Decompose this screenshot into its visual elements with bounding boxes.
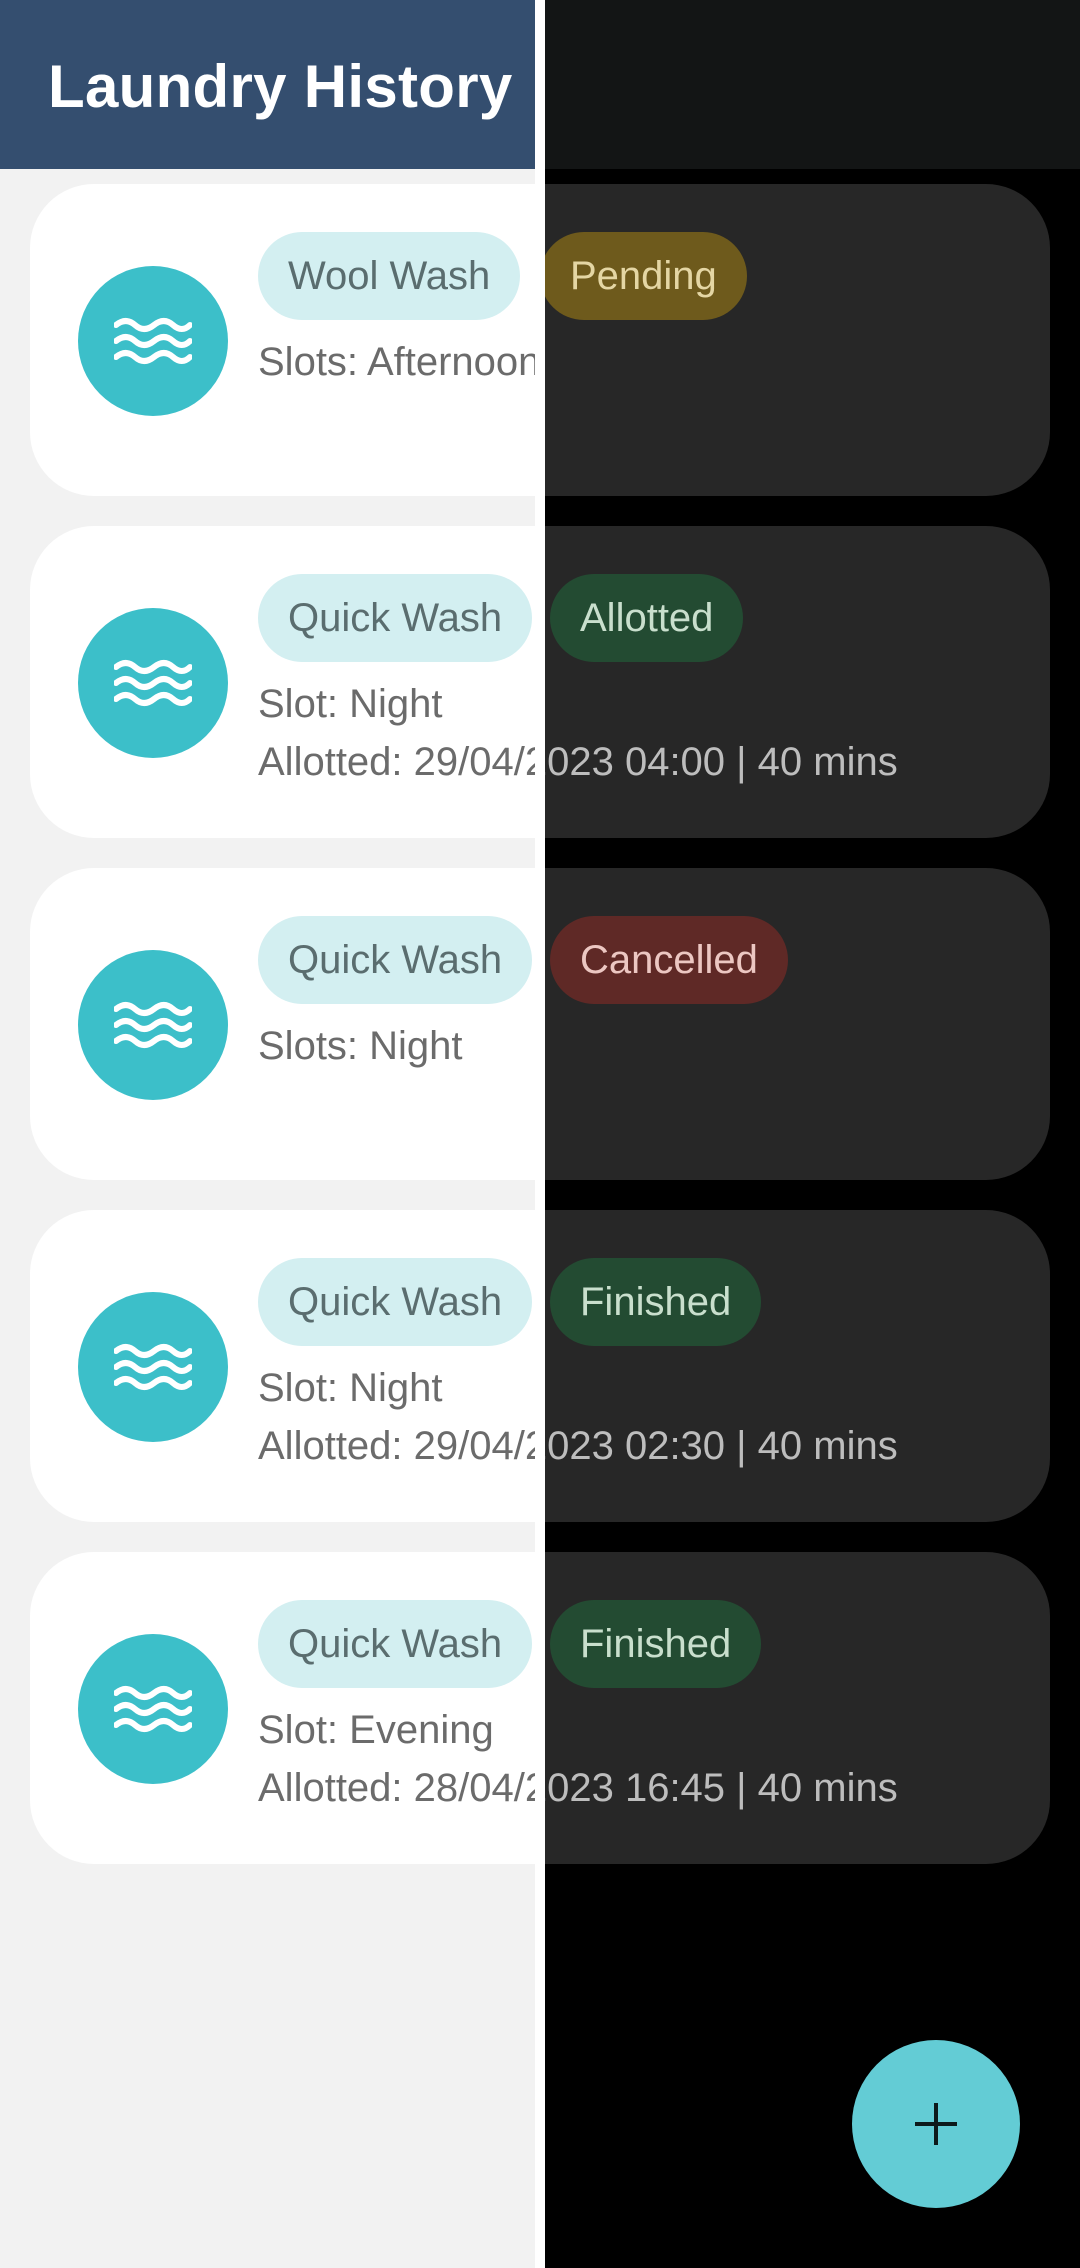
waves-icon xyxy=(78,608,228,758)
page-title: Laundry History xyxy=(48,53,513,120)
waves-icon-glyph xyxy=(114,1002,192,1048)
status-badge: Finished xyxy=(550,1258,762,1346)
waves-icon xyxy=(78,1634,228,1784)
theme-divider xyxy=(535,0,545,2268)
status-badge: Cancelled xyxy=(550,916,788,1004)
wash-type-chip: Quick Wash xyxy=(258,1600,533,1688)
slot-text: Slots: Afternoon xyxy=(258,340,541,384)
waves-icon xyxy=(78,1292,228,1442)
status-badge: Finished xyxy=(550,1600,762,1688)
slot-text: Slot: Night xyxy=(258,682,443,726)
wash-type-chip: Quick Wash xyxy=(258,574,533,662)
wash-type-chip: Quick Wash xyxy=(258,916,533,1004)
slot-text: Slots: Night xyxy=(258,1024,463,1068)
wash-type-chip: Quick Wash xyxy=(258,1258,533,1346)
waves-icon-glyph xyxy=(114,1686,192,1732)
slot-text: Slot: Evening xyxy=(258,1708,494,1752)
waves-icon xyxy=(78,950,228,1100)
slot-text: Slot: Night xyxy=(258,1366,443,1410)
waves-icon-glyph xyxy=(114,660,192,706)
waves-icon xyxy=(78,266,228,416)
add-request-button[interactable] xyxy=(852,2040,1020,2208)
wash-type-chip: Wool Wash xyxy=(258,232,521,320)
waves-icon-glyph xyxy=(114,318,192,364)
status-badge: Pending xyxy=(545,232,747,320)
plus-icon xyxy=(915,2103,957,2145)
waves-icon-glyph xyxy=(114,1344,192,1390)
status-badge: Allotted xyxy=(550,574,744,662)
